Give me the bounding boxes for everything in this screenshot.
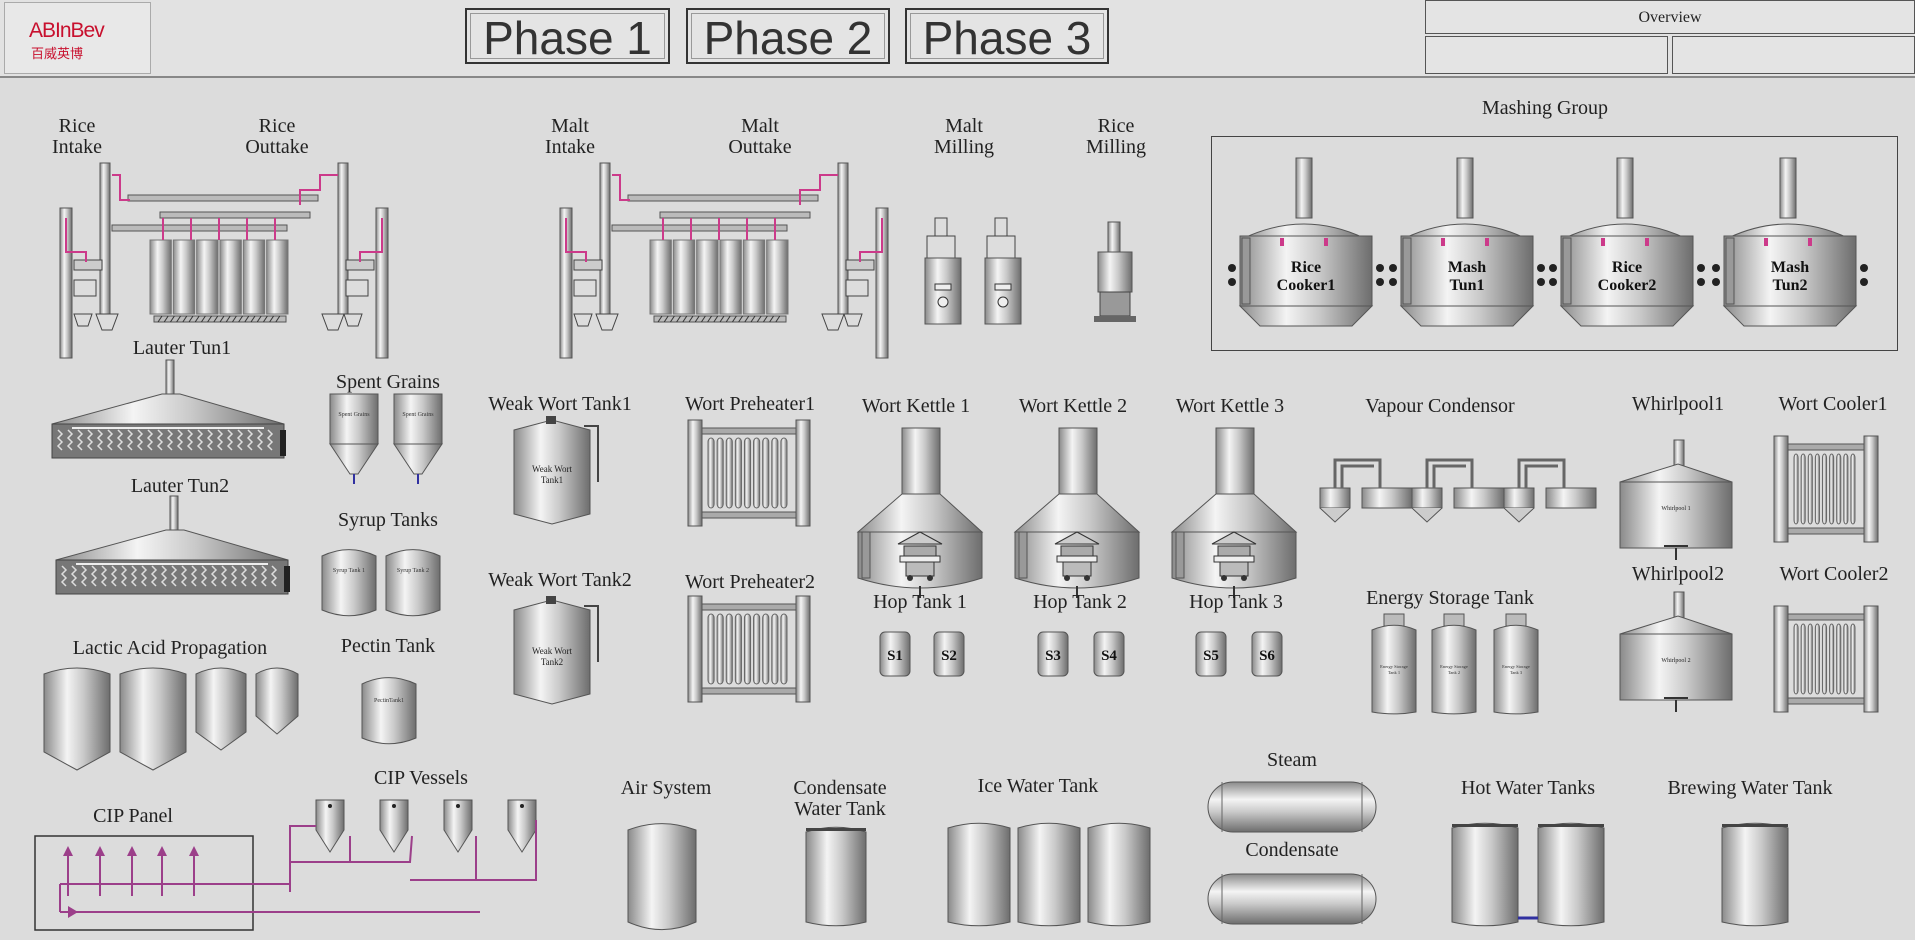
label-wort-cooler1: Wort Cooler1: [1778, 393, 1888, 415]
hop-tank-s1[interactable]: S1: [879, 631, 911, 677]
label-cip-panel: CIP Panel: [93, 805, 173, 827]
label-rice-milling: Rice Milling: [1085, 115, 1146, 158]
lauter-tun-1[interactable]: [51, 359, 286, 459]
mash-vessel-label: Mash: [1771, 259, 1809, 276]
mash-vessel-2[interactable]: MashTun1: [1389, 157, 1545, 327]
lactic-acid-tanks[interactable]: [43, 667, 299, 771]
svg-text:Tank2: Tank2: [541, 657, 563, 667]
mash-vessel-1[interactable]: RiceCooker1: [1228, 157, 1384, 327]
scada-overview-screen: ABInBev 百威英博 Phase 1 Phase 2 Phase 3 Ove…: [0, 0, 1915, 940]
label-hop-tank3: Hop Tank 3: [1189, 591, 1283, 613]
condensate-header[interactable]: [1207, 873, 1377, 925]
mash-vessel-4[interactable]: MashTun2: [1712, 157, 1868, 327]
cip-panel[interactable]: [34, 835, 290, 931]
hop-tank-id: S5: [1203, 648, 1219, 664]
svg-text:Energy Storage: Energy Storage: [1380, 664, 1408, 669]
hop-tank-id: S3: [1045, 648, 1061, 664]
svg-text:Spent Grains: Spent Grains: [402, 412, 434, 418]
wort-kettle-1[interactable]: [856, 427, 984, 598]
malt-intake-outtake[interactable]: [559, 162, 889, 359]
hop-tank-id: S2: [941, 648, 957, 664]
lauter-tun-2[interactable]: [55, 495, 290, 595]
svg-text:Energy Storage: Energy Storage: [1502, 664, 1530, 669]
svg-text:Whirlpool 1: Whirlpool 1: [1661, 506, 1690, 512]
hop-tank-s2[interactable]: S2: [933, 631, 965, 677]
label-spent-grains: Spent Grains: [336, 371, 440, 393]
svg-text:Energy Storage: Energy Storage: [1440, 664, 1468, 669]
svg-text:PectinTank1: PectinTank1: [374, 698, 404, 704]
pectin-tank[interactable]: PectinTank1: [361, 677, 417, 745]
label-condensate: Condensate: [1245, 839, 1339, 861]
steam-header[interactable]: [1207, 781, 1377, 833]
whirlpool-2[interactable]: Whirlpool 2: [1619, 591, 1733, 712]
hop-tank-id: S4: [1101, 648, 1117, 664]
svg-text:Syrup Tank 1: Syrup Tank 1: [333, 568, 365, 574]
air-system-tank[interactable]: [627, 823, 697, 931]
energy-storage-tanks[interactable]: Energy StorageTank 1Energy StorageTank 2…: [1371, 613, 1539, 715]
svg-text:Tank 1: Tank 1: [1388, 670, 1400, 675]
hop-tank-s5[interactable]: S5: [1195, 631, 1227, 677]
label-rice-outtake: Rice Outtake: [245, 115, 309, 158]
label-vapour-condensor: Vapour Condensor: [1365, 395, 1515, 417]
syrup-tanks[interactable]: Syrup Tank 1 Syrup Tank 2: [321, 549, 441, 617]
label-lactic-acid: Lactic Acid Propagation: [72, 637, 268, 659]
wort-preheater-2[interactable]: [687, 595, 811, 703]
malt-milling-equipment[interactable]: [924, 217, 1022, 325]
whirlpool-1[interactable]: Whirlpool 1: [1619, 439, 1733, 560]
wort-cooler-2[interactable]: [1773, 605, 1879, 713]
rice-intake-outtake[interactable]: [59, 162, 389, 359]
hop-tank-s4[interactable]: S4: [1093, 631, 1125, 677]
mash-vessel-label: Mash: [1448, 259, 1486, 276]
mash-vessel-label: Cooker1: [1277, 277, 1336, 294]
label-lauter-tun1: Lauter Tun1: [132, 337, 232, 359]
condensate-water-tank[interactable]: [805, 826, 867, 927]
wort-preheater-1[interactable]: [687, 419, 811, 527]
label-hot-water-tanks: Hot Water Tanks: [1460, 777, 1595, 799]
svg-text:Syrup Tank 2: Syrup Tank 2: [397, 568, 429, 574]
mash-vessel-3[interactable]: RiceCooker2: [1549, 157, 1705, 327]
label-syrup-tanks: Syrup Tanks: [338, 509, 438, 531]
svg-text:Weak Wort: Weak Wort: [532, 646, 573, 656]
label-lauter-tun2: Lauter Tun2: [130, 475, 230, 497]
mash-vessel-label: Tun2: [1773, 277, 1808, 294]
spent-grain-silos[interactable]: Spent Grains Spent Grains: [329, 393, 443, 484]
cip-vessels[interactable]: [289, 799, 537, 913]
label-mashing-group: Mashing Group: [1481, 97, 1609, 119]
label-wort-kettle3: Wort Kettle 3: [1175, 395, 1285, 417]
wort-cooler-1[interactable]: [1773, 435, 1879, 543]
label-energy-storage-tank: Energy Storage Tank: [1366, 587, 1534, 609]
mash-vessel-label: Rice: [1612, 259, 1642, 276]
vapour-condensor[interactable]: [1319, 458, 1597, 523]
svg-text:Spent Grains: Spent Grains: [338, 412, 370, 418]
label-cip-vessels: CIP Vessels: [374, 767, 468, 789]
hop-tank-s6[interactable]: S6: [1251, 631, 1283, 677]
svg-text:Tank 3: Tank 3: [1510, 670, 1523, 675]
label-pectin-tank: Pectin Tank: [340, 635, 436, 657]
hop-tank-id: S6: [1259, 648, 1275, 664]
label-wort-cooler2: Wort Cooler2: [1779, 563, 1889, 585]
svg-text:Tank 2: Tank 2: [1448, 670, 1460, 675]
svg-text:Weak Wort: Weak Wort: [532, 464, 573, 474]
wort-kettle-3[interactable]: [1170, 427, 1298, 598]
label-steam: Steam: [1267, 749, 1317, 771]
hop-tank-id: S1: [887, 648, 903, 664]
rice-milling-equipment[interactable]: [1094, 221, 1136, 322]
mash-vessel-label: Tun1: [1450, 277, 1485, 294]
label-brewing-water-tank: Brewing Water Tank: [1667, 777, 1833, 799]
svg-text:Whirlpool 2: Whirlpool 2: [1661, 658, 1690, 664]
weak-wort-tank-1[interactable]: Weak WortTank1: [513, 416, 599, 525]
wort-kettle-2[interactable]: [1013, 427, 1141, 598]
svg-text:Tank1: Tank1: [541, 475, 563, 485]
hop-tank-s3[interactable]: S3: [1037, 631, 1069, 677]
mash-vessel-label: Rice: [1291, 259, 1321, 276]
label-wort-preheater2: Wort Preheater2: [685, 571, 815, 593]
hot-water-tanks[interactable]: [1451, 822, 1605, 927]
weak-wort-tank-2[interactable]: Weak WortTank2: [513, 596, 599, 705]
mash-vessel-label: Cooker2: [1598, 277, 1657, 294]
label-ice-water-tank: Ice Water Tank: [977, 775, 1099, 797]
brewing-water-tank[interactable]: [1721, 822, 1789, 927]
ice-water-tanks[interactable]: [947, 822, 1151, 927]
